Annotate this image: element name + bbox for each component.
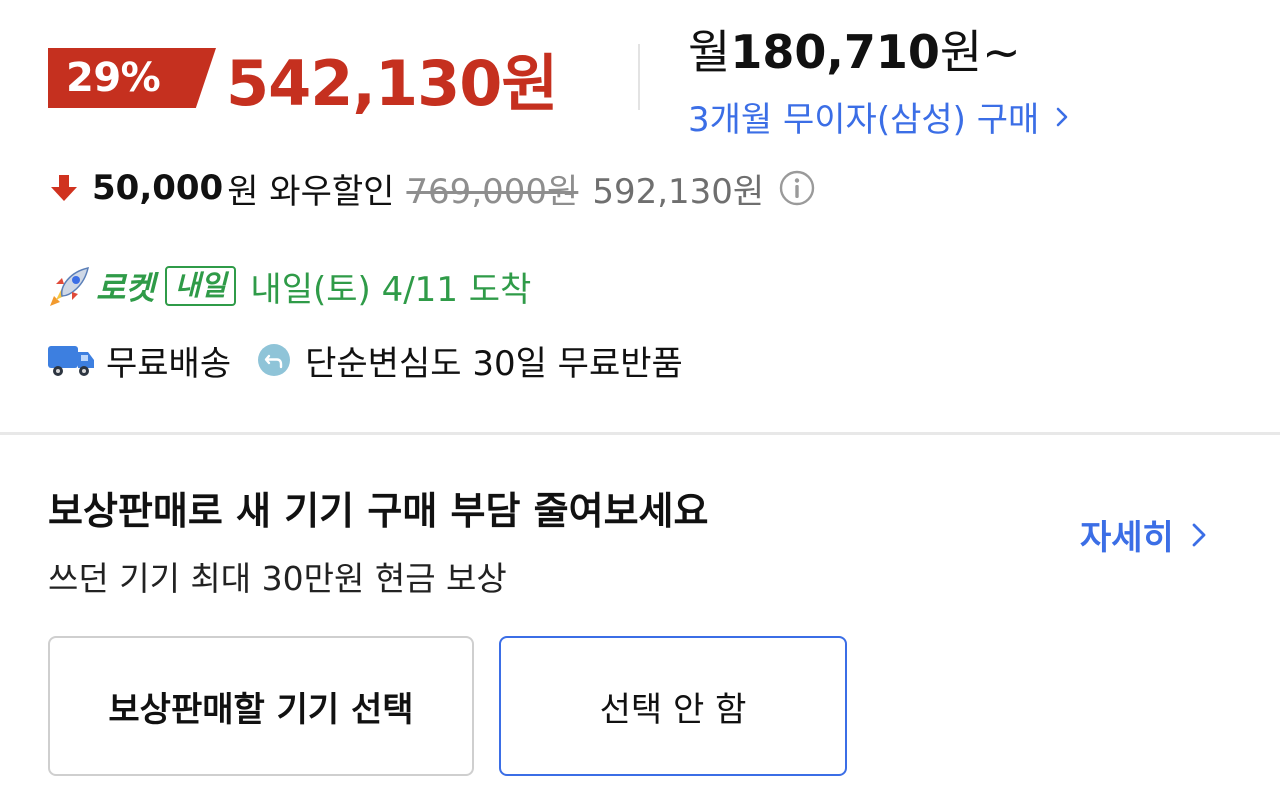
rocket-icon — [50, 267, 89, 306]
no-tradein-button[interactable]: 선택 안 함 — [499, 636, 847, 776]
rocket-delivery-row: 로켓 내일 내일(토) 4/11 도착 — [46, 258, 531, 314]
wow-discount-label: 원 와우할인 — [227, 171, 395, 212]
installment-link[interactable]: 3개월 무이자(삼성) 구매 — [688, 92, 1073, 141]
free-return-label: 단순변심도 30일 무료반품 — [305, 343, 683, 384]
arrival-date: 내일(토) 4/11 도착 — [250, 269, 532, 310]
sale-price: 542,130원 — [226, 47, 558, 120]
price-row: 29% 542,130원 — [48, 40, 558, 120]
discount-rate: 29% — [66, 55, 161, 101]
rocket-label: 로켓 — [96, 269, 155, 307]
free-shipping-label: 무료배송 — [106, 343, 232, 384]
info-icon[interactable] — [778, 169, 816, 207]
chevron-right-icon — [1056, 107, 1068, 126]
select-tradein-device-label: 보상판매할 기기 선택 — [108, 689, 414, 730]
shipping-row: 무료배송 단순변심도 30일 무료반품 — [46, 332, 683, 388]
tomorrow-badge: 내일 — [164, 266, 237, 306]
no-tradein-label: 선택 안 함 — [599, 689, 747, 730]
tradein-subtitle: 쓰던 기기 최대 30만원 현금 보상 — [48, 559, 507, 598]
wow-discount-amount: 50,000 — [92, 168, 224, 208]
truck-icon — [48, 346, 94, 376]
tradein-title: 보상판매로 새 기기 구매 부담 줄여보세요 — [48, 489, 709, 533]
price-divider — [638, 44, 640, 110]
monthly-suffix: 원~ — [939, 25, 1021, 79]
wow-discount-row: 50,000 원 와우할인 769,000원 592,130원 — [50, 162, 816, 214]
original-price: 769,000원 — [406, 171, 579, 212]
return-icon — [258, 344, 291, 376]
section-divider — [0, 432, 1280, 435]
monthly-amount: 180,710 — [730, 25, 940, 79]
installment-link-label: 3개월 무이자(삼성) 구매 — [688, 100, 1040, 140]
tradein-detail-link[interactable]: 자세히 — [1080, 510, 1210, 559]
monthly-price: 월180,710원~ — [688, 16, 1021, 82]
base-price: 592,130원 — [592, 171, 765, 212]
monthly-prefix: 월 — [688, 25, 731, 79]
select-tradein-device-button[interactable]: 보상판매할 기기 선택 — [48, 636, 474, 776]
chevron-right-icon — [1192, 523, 1206, 546]
down-arrow-icon — [51, 175, 77, 201]
discount-badge: 29% — [48, 48, 216, 108]
detail-link-label: 자세히 — [1080, 518, 1174, 558]
